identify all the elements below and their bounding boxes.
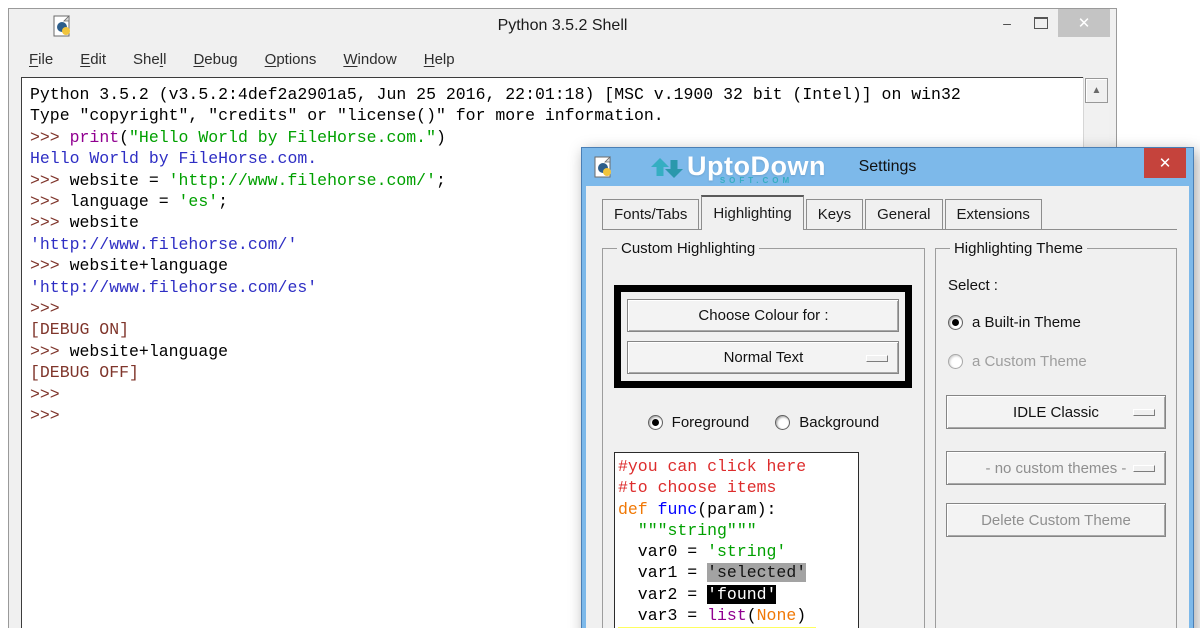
menu-debug[interactable]: Debug bbox=[193, 51, 237, 68]
tab-extensions[interactable]: Extensions bbox=[945, 199, 1042, 229]
menu-options[interactable]: Options bbox=[265, 51, 317, 68]
code-line: var3 = list(None) bbox=[618, 605, 858, 626]
menu-shell[interactable]: Shell bbox=[133, 51, 166, 68]
uptodown-logo-subtext: SOFT.COM bbox=[720, 176, 793, 185]
code-line: #you can click here bbox=[618, 456, 858, 477]
highlight-target-frame: Choose Colour for : Normal Text bbox=[614, 285, 912, 388]
menu-bar: File Edit Shell Debug Options Window Help bbox=[9, 43, 1116, 75]
custom-theme-radio[interactable]: a Custom Theme bbox=[948, 353, 1166, 370]
settings-dialog: UptoDown SOFT.COM Settings ✕ Fonts/TabsH… bbox=[581, 147, 1194, 628]
close-icon: ✕ bbox=[1078, 14, 1091, 32]
delete-custom-theme-button[interactable]: Delete Custom Theme bbox=[946, 503, 1166, 537]
foreground-radio[interactable]: Foreground bbox=[648, 414, 750, 431]
code-line: def func(param): bbox=[618, 499, 858, 520]
code-line: >>> print("Hello World by FileHorse.com.… bbox=[30, 127, 1083, 148]
code-line: """string""" bbox=[618, 520, 858, 541]
tab-general[interactable]: General bbox=[865, 199, 942, 229]
scroll-up-button[interactable]: ▲ bbox=[1085, 78, 1108, 103]
highlighting-theme-legend: Highlighting Theme bbox=[950, 240, 1087, 257]
maximize-icon bbox=[1034, 17, 1048, 29]
custom-highlighting-legend: Custom Highlighting bbox=[617, 240, 759, 257]
uptodown-watermark: UptoDown SOFT.COM bbox=[650, 152, 826, 185]
shell-titlebar: Python 3.5.2 Shell – ✕ bbox=[9, 9, 1116, 43]
minimize-icon: – bbox=[1003, 15, 1011, 31]
menu-edit[interactable]: Edit bbox=[80, 51, 106, 68]
background-radio[interactable]: Background bbox=[775, 414, 879, 431]
tab-fonts-tabs[interactable]: Fonts/Tabs bbox=[602, 199, 699, 229]
close-button[interactable]: ✕ bbox=[1058, 9, 1110, 37]
custom-highlighting-group: Custom Highlighting Choose Colour for : … bbox=[602, 240, 925, 628]
code-line: var0 = 'string' bbox=[618, 541, 858, 562]
code-line: var1 = 'selected' bbox=[618, 562, 858, 583]
settings-body: Fonts/TabsHighlightingKeysGeneralExtensi… bbox=[586, 186, 1189, 628]
builtin-theme-radio[interactable]: a Built-in Theme bbox=[948, 314, 1166, 331]
tab-highlighting[interactable]: Highlighting bbox=[701, 195, 803, 230]
menu-help[interactable]: Help bbox=[424, 51, 455, 68]
dropdown-indicator-icon bbox=[866, 355, 888, 362]
dialog-close-icon: ✕ bbox=[1159, 154, 1172, 172]
code-line: var2 = 'found' bbox=[618, 584, 858, 605]
dropdown-indicator-icon bbox=[1133, 409, 1155, 416]
screen: Python 3.5.2 Shell – ✕ File Edit Shell Debu… bbox=[0, 0, 1200, 628]
dropdown-indicator-icon bbox=[1133, 465, 1155, 472]
maximize-button[interactable] bbox=[1024, 9, 1058, 37]
radio-disabled-icon bbox=[948, 354, 963, 369]
tab-keys[interactable]: Keys bbox=[806, 199, 863, 229]
menu-window[interactable]: Window bbox=[343, 51, 396, 68]
highlight-preview-area[interactable]: #you can click here#to choose itemsdef f… bbox=[614, 452, 859, 628]
radio-checked-icon bbox=[948, 315, 963, 330]
menu-file[interactable]: File bbox=[29, 51, 53, 68]
minimize-button[interactable]: – bbox=[990, 9, 1024, 37]
scroll-up-icon: ▲ bbox=[1092, 85, 1102, 96]
code-line: Python 3.5.2 (v3.5.2:4def2a2901a5, Jun 2… bbox=[30, 84, 1083, 105]
code-line: #to choose items bbox=[618, 477, 858, 498]
choose-colour-button[interactable]: Choose Colour for : bbox=[627, 299, 899, 332]
code-line: Type "copyright", "credits" or "license(… bbox=[30, 105, 1083, 126]
uptodown-logo-icon bbox=[650, 152, 684, 184]
highlighting-theme-group: Highlighting Theme Select : a Built-in T… bbox=[935, 240, 1177, 628]
window-controls: – ✕ bbox=[990, 9, 1110, 37]
dialog-close-button[interactable]: ✕ bbox=[1144, 148, 1186, 178]
settings-titlebar: UptoDown SOFT.COM Settings ✕ bbox=[582, 148, 1193, 186]
builtin-theme-dropdown[interactable]: IDLE Classic bbox=[946, 395, 1166, 429]
highlight-target-dropdown[interactable]: Normal Text bbox=[627, 341, 899, 374]
settings-tabs: Fonts/TabsHighlightingKeysGeneralExtensi… bbox=[602, 195, 1177, 230]
window-title: Python 3.5.2 Shell bbox=[9, 17, 1116, 35]
radio-unchecked-icon bbox=[775, 415, 790, 430]
select-label: Select : bbox=[948, 277, 1166, 294]
custom-theme-dropdown[interactable]: - no custom themes - bbox=[946, 451, 1166, 485]
radio-checked-icon bbox=[648, 415, 663, 430]
